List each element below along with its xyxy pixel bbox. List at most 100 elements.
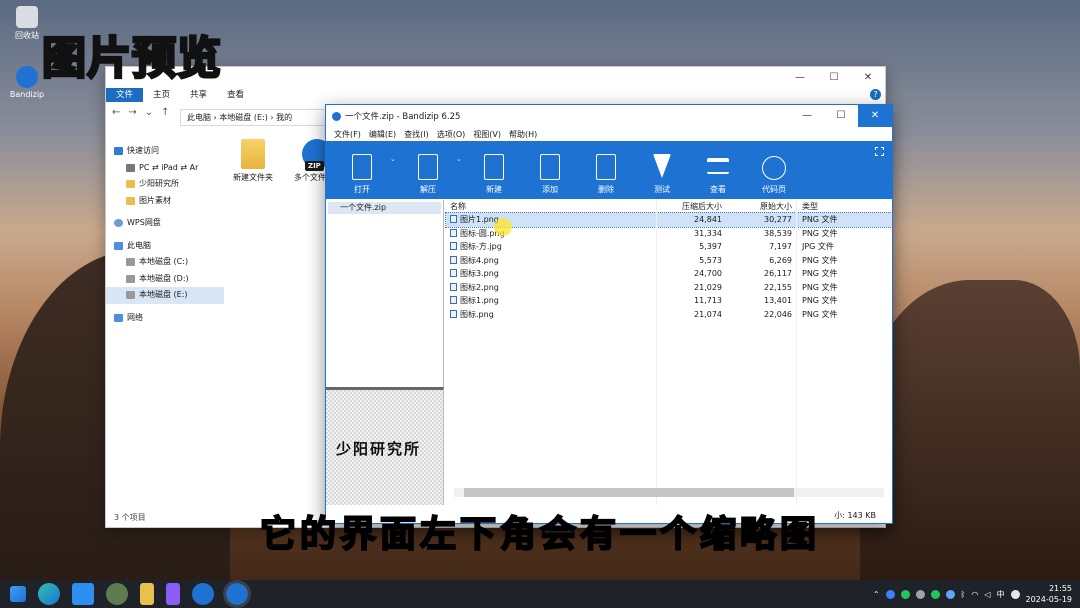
open-button[interactable]: 打开 <box>334 154 390 195</box>
menu-edit[interactable]: 编辑(E) <box>365 129 400 140</box>
bandizip-icon[interactable] <box>192 583 214 605</box>
extract-icon <box>418 154 438 180</box>
menu-help[interactable]: 帮助(H) <box>505 129 541 140</box>
delete-file-icon <box>596 154 616 180</box>
sidebar-item-wps[interactable]: WPS网盘 <box>114 215 219 232</box>
nav-buttons: ← → ⌄ ↑ <box>112 107 170 118</box>
table-header: 名称 压缩后大小 原始大小 类型 <box>446 200 892 213</box>
desktop-icon-label: Bandizip <box>9 90 45 99</box>
delete-button[interactable]: 删除 <box>578 154 634 195</box>
maximize-button[interactable]: ☐ <box>817 69 851 87</box>
maximize-button[interactable]: ☐ <box>824 105 858 127</box>
clock[interactable]: 21:55 2024-05-19 <box>1026 583 1073 605</box>
add-button[interactable]: 添加 <box>522 154 578 195</box>
table-row[interactable]: 图标3.png 24,700 26,117 PNG 文件 <box>446 267 892 281</box>
volume-icon[interactable]: ◁ <box>984 590 990 599</box>
tab-home[interactable]: 主页 <box>143 88 180 102</box>
layout-icon[interactable] <box>875 147 884 156</box>
app-icon[interactable] <box>72 583 94 605</box>
chevron-down-icon[interactable]: ⌄ <box>456 155 466 163</box>
tab-view[interactable]: 查看 <box>217 88 254 102</box>
sidebar-item-shaoyang[interactable]: 少阳研究所 <box>114 176 219 193</box>
minimize-button[interactable]: — <box>790 105 824 127</box>
test-button[interactable]: 测试 <box>634 154 690 195</box>
browser-icon[interactable] <box>106 583 128 605</box>
app-icon[interactable] <box>166 583 180 605</box>
up-icon[interactable]: ↑ <box>161 107 169 118</box>
table-row[interactable]: 图标1.png 11,713 13,401 PNG 文件 <box>446 294 892 308</box>
tray-app-icon[interactable] <box>885 589 895 599</box>
tab-file[interactable]: 文件 <box>106 88 144 102</box>
thumbnail-watermark: 少阳研究所 <box>336 440 422 458</box>
edge-icon[interactable] <box>38 583 60 605</box>
chevron-down-icon[interactable]: ⌄ <box>390 155 400 163</box>
column-packed[interactable]: 压缩后大小 <box>656 200 726 212</box>
column-name[interactable]: 名称 <box>446 200 656 212</box>
navigation-pane: 快速访问 PC ⇄ iPad ⇄ Ar 少阳研究所 图片素材 WPS网盘 此电脑… <box>106 143 224 327</box>
sidebar-item-image-assets[interactable]: 图片素材 <box>114 193 219 210</box>
extract-button[interactable]: 解压 <box>400 154 456 195</box>
folder-icon[interactable] <box>140 583 154 605</box>
tray-app-icon[interactable] <box>945 589 955 599</box>
bandizip-active-icon[interactable] <box>223 580 251 608</box>
system-tray: ⌃ ᛒ ◠ ◁ 中 21:55 2024-05-19 <box>873 580 1072 608</box>
sidebar-item-drive-e[interactable]: 本地磁盘 (E:) <box>106 287 224 304</box>
sidebar-item-drive-c[interactable]: 本地磁盘 (C:) <box>114 254 219 271</box>
notification-icon[interactable] <box>1010 589 1020 599</box>
menu-file[interactable]: 文件(F) <box>330 129 365 140</box>
sidebar-item-network[interactable]: 网络 <box>114 310 219 327</box>
cloud-icon <box>114 219 123 228</box>
back-icon[interactable]: ← <box>112 107 120 118</box>
table-row[interactable]: 图标-方.jpg 5,397 7,197 JPG 文件 <box>446 240 892 254</box>
mouse-cursor-highlight <box>494 218 512 236</box>
computer-icon <box>114 241 123 250</box>
clock-date: 2024-05-19 <box>1025 595 1073 604</box>
table-row[interactable]: 图片1.png 24,841 30,277 PNG 文件 <box>445 212 893 228</box>
table-row[interactable]: 图标.png 21,074 22,046 PNG 文件 <box>446 308 892 322</box>
menu-options[interactable]: 选项(O) <box>433 129 470 140</box>
column-size[interactable]: 原始大小 <box>726 200 796 212</box>
new-archive-button[interactable]: 新建 <box>466 154 522 195</box>
sidebar-item-drive-d[interactable]: 本地磁盘 (D:) <box>114 271 219 288</box>
forward-icon[interactable]: → <box>128 107 136 118</box>
address-bar[interactable]: 此电脑 › 本地磁盘 (E:) › 我的 <box>180 109 330 126</box>
bluetooth-icon[interactable]: ᛒ <box>961 590 966 599</box>
scrollbar-thumb[interactable] <box>464 488 794 497</box>
tray-app-icon[interactable] <box>915 589 925 599</box>
thumbnail-preview: 少阳研究所 <box>326 387 444 505</box>
file-item-folder[interactable]: 新建文件夹 <box>228 139 278 183</box>
folder-tree: 一个文件.zip <box>326 200 444 387</box>
table-row[interactable]: 图标-圆.png 31,334 38,539 PNG 文件 <box>446 227 892 241</box>
tab-share[interactable]: 共享 <box>180 88 217 102</box>
wifi-icon[interactable]: ◠ <box>971 590 978 599</box>
open-icon <box>352 154 372 180</box>
globe-icon <box>762 156 786 180</box>
chevron-up-icon[interactable]: ⌃ <box>873 590 880 599</box>
tree-item-root[interactable]: 一个文件.zip <box>328 202 441 214</box>
image-file-icon <box>450 215 457 223</box>
chevron-down-icon[interactable]: ⌄ <box>145 107 153 118</box>
help-icon[interactable]: ? <box>870 89 881 100</box>
sidebar-item-quick-access[interactable]: 快速访问 <box>114 143 219 160</box>
menu-find[interactable]: 查找(I) <box>400 129 433 140</box>
view-button[interactable]: 查看 <box>690 158 746 195</box>
bandizip-window: 一个文件.zip - Bandizip 6.25 — ☐ ✕ 文件(F) 编辑(… <box>325 104 893 524</box>
close-button[interactable]: ✕ <box>858 105 892 127</box>
table-row[interactable]: 图标2.png 21,029 22,155 PNG 文件 <box>446 281 892 295</box>
windows-start-icon[interactable] <box>10 586 26 602</box>
minimize-button[interactable]: — <box>783 69 817 87</box>
clock-time: 21:55 <box>1048 584 1072 593</box>
list-icon <box>707 158 729 174</box>
horizontal-scrollbar[interactable] <box>454 488 884 497</box>
sidebar-item-pc-ipad[interactable]: PC ⇄ iPad ⇄ Ar <box>114 160 219 177</box>
tray-app-icon[interactable] <box>930 589 940 599</box>
table-row[interactable]: 图标4.png 5,573 6,269 PNG 文件 <box>446 254 892 268</box>
menu-view[interactable]: 视图(V) <box>469 129 505 140</box>
column-type[interactable]: 类型 <box>796 200 886 212</box>
language-indicator[interactable]: 中 <box>997 589 1005 600</box>
wechat-icon[interactable] <box>900 589 910 599</box>
close-button[interactable]: ✕ <box>851 69 885 87</box>
codepage-button[interactable]: 代码页 <box>746 156 802 195</box>
sidebar-item-this-pc[interactable]: 此电脑 <box>114 238 219 255</box>
window-controls: — ☐ ✕ <box>783 69 885 87</box>
